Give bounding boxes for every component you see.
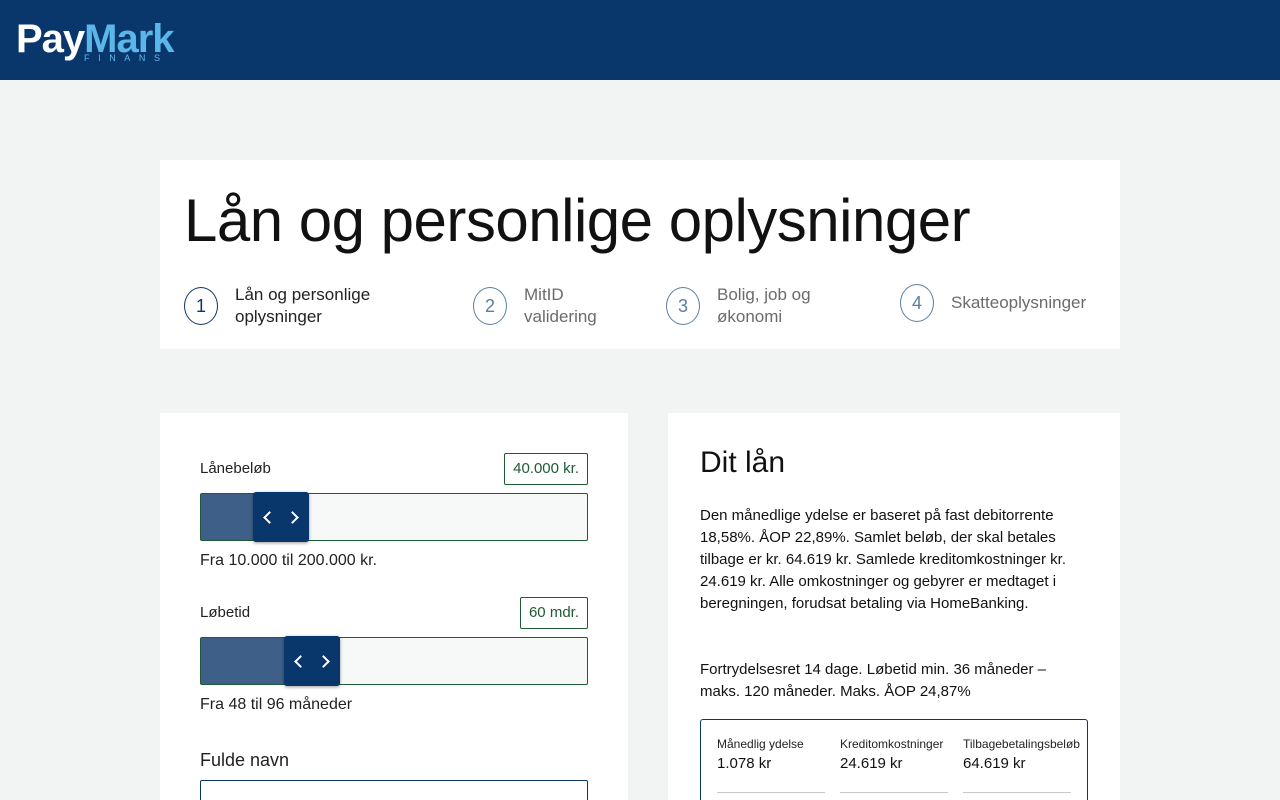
step-number: 3	[666, 287, 700, 325]
top-bar: PayMark FINANS	[0, 0, 1280, 80]
stat-label: Tilbagebetalingsbeløb	[963, 737, 1080, 751]
step-number: 4	[900, 284, 934, 322]
summary-title: Dit lån	[700, 446, 786, 479]
loan-amount-value: 40.000 kr.	[504, 453, 588, 485]
loan-amount-label: Lånebeløb	[200, 460, 271, 477]
step-number: 2	[473, 287, 507, 325]
loan-amount-range: Fra 10.000 til 200.000 kr.	[200, 552, 377, 569]
slider-thumb[interactable]	[253, 492, 309, 542]
stat-value: 64.619 kr	[963, 755, 1026, 772]
full-name-label: Fulde navn	[200, 750, 290, 770]
logo-tagline: FINANS	[84, 53, 169, 63]
logo-pay: Pay	[16, 17, 85, 61]
page-header-card: Lån og personlige oplysninger 1 Lån og p…	[160, 160, 1120, 349]
loan-term-range: Fra 48 til 96 måneder	[200, 696, 353, 713]
stat-value: 1.078 kr	[717, 755, 772, 772]
loan-term-label: Løbetid	[200, 604, 251, 621]
page-title: Lån og personlige oplysninger	[184, 187, 971, 254]
stat-credit-costs: Kreditomkostninger 24.619 kr	[840, 736, 948, 793]
chevron-left-icon	[263, 510, 276, 524]
step-4[interactable]: 4 Skatteoplysninger	[900, 284, 1111, 322]
loan-amount-slider[interactable]	[200, 492, 588, 542]
slider-thumb[interactable]	[284, 636, 340, 686]
loan-stats-box: Månedlig ydelse 1.078 kr Kreditomkostnin…	[700, 719, 1088, 800]
step-number: 1	[184, 287, 218, 325]
stat-value: 24.619 kr	[840, 755, 903, 772]
summary-paragraph-terms: Den månedlige ydelse er baseret på fast …	[700, 507, 1067, 612]
loan-term-value: 60 mdr.	[519, 597, 588, 629]
stat-repayment-amount: Tilbagebetalingsbeløb 64.619 kr	[963, 736, 1080, 793]
step-label: Skatteoplysninger	[951, 293, 1087, 312]
step-label: Lån og personlige oplysninger	[235, 285, 371, 326]
stat-label: Kreditomkostninger	[840, 737, 944, 751]
step-3[interactable]: 3 Bolig, job og økonomi	[666, 284, 857, 328]
stat-monthly-payment: Månedlig ydelse 1.078 kr	[717, 736, 825, 793]
step-2[interactable]: 2 MitID validering	[473, 284, 624, 328]
chevron-right-icon	[317, 654, 330, 668]
loan-term-slider[interactable]	[200, 636, 588, 686]
paymark-logo[interactable]: PayMark FINANS	[16, 14, 186, 66]
full-name-input[interactable]	[200, 780, 588, 800]
loan-summary-card: Dit lån Den månedlige ydelse er baseret …	[668, 413, 1120, 800]
summary-paragraph-withdrawal: Fortrydelsesret 14 dage. Løbetid min. 36…	[700, 661, 1047, 700]
step-label: Bolig, job og økonomi	[717, 285, 811, 326]
chevron-left-icon	[294, 654, 307, 668]
step-1[interactable]: 1 Lån og personlige oplysninger	[184, 284, 435, 328]
chevron-right-icon	[286, 510, 299, 524]
loan-form-card: Lånebeløb 40.000 kr. Fra 10.000 til 200.…	[160, 413, 628, 800]
step-label: MitID validering	[524, 285, 597, 326]
stat-label: Månedlig ydelse	[717, 737, 804, 751]
